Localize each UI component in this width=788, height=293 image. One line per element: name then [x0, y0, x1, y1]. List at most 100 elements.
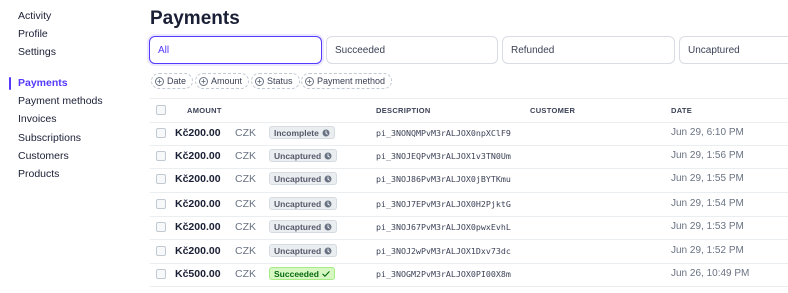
filter-label: Amount [211, 76, 243, 86]
sidebar-item-customers[interactable]: Customers [18, 150, 69, 162]
row-checkbox[interactable] [156, 128, 166, 138]
row-checkbox[interactable] [156, 222, 166, 232]
sidebar-item-payment-methods[interactable]: Payment methods [18, 95, 103, 107]
table-row[interactable]: Kč200.00 CZK Uncaptured pi_3NOJ67PvM3rAL… [150, 216, 788, 239]
amount-cell: Kč200.00 [175, 198, 221, 210]
currency-cell: CZK [235, 173, 256, 185]
date-cell: Jun 29, 1:52 PM [671, 245, 744, 256]
filter-label: Date [167, 76, 187, 86]
page-title: Payments [150, 8, 240, 29]
row-checkbox[interactable] [156, 246, 166, 256]
check-icon [322, 270, 330, 278]
tab-label: Uncaptured [688, 44, 740, 56]
filter-label: Status [267, 76, 293, 86]
currency-cell: CZK [235, 221, 256, 233]
clock-icon [324, 223, 332, 231]
date-cell: Jun 29, 1:54 PM [671, 198, 744, 209]
date-cell: Jun 29, 1:55 PM [671, 173, 744, 184]
sidebar-item-payments[interactable]: Payments [18, 77, 68, 89]
amount-cell: Kč500.00 [175, 268, 221, 280]
filter-payment-method-button[interactable]: + Payment method [301, 73, 393, 89]
description-cell: pi_3NOGM2PvM3rALJOX0PI00X8m [376, 269, 511, 279]
currency-cell: CZK [235, 268, 256, 280]
tab-refunded[interactable]: Refunded [502, 36, 675, 64]
sidebar: Activity Profile Settings Payments Payme… [0, 0, 140, 293]
status-badge: Uncaptured [269, 149, 338, 162]
date-cell: Jun 29, 1:53 PM [671, 221, 744, 232]
currency-cell: CZK [235, 150, 256, 162]
table-row[interactable]: Kč200.00 CZK Incomplete pi_3NONQMPvM3rAL… [150, 122, 788, 145]
status-label: Uncaptured [274, 245, 322, 256]
clock-icon [324, 247, 332, 255]
plus-circle-icon: + [155, 76, 164, 86]
filter-status-button[interactable]: + Status [251, 73, 300, 89]
column-header-description[interactable]: DESCRIPTION [376, 106, 431, 115]
amount-cell: Kč200.00 [175, 245, 221, 257]
amount-cell: Kč200.00 [175, 150, 221, 162]
status-badge: Uncaptured [269, 197, 338, 210]
status-badge: Incomplete [269, 126, 335, 139]
clock-icon [324, 175, 332, 183]
clock-icon [324, 152, 332, 160]
amount-cell: Kč200.00 [175, 173, 221, 185]
tab-label: All [158, 44, 170, 56]
sidebar-item-subscriptions[interactable]: Subscriptions [18, 132, 81, 144]
clock-icon [324, 200, 332, 208]
plus-circle-icon: + [199, 76, 208, 86]
table-row[interactable]: Kč500.00 CZK Succeeded pi_3NOGM2PvM3rALJ… [150, 263, 788, 286]
status-label: Incomplete [274, 127, 319, 138]
table-row[interactable]: Kč200.00 CZK Uncaptured pi_3NOJ7EPvM3rAL… [150, 193, 788, 216]
sidebar-item-invoices[interactable]: Invoices [18, 113, 57, 125]
filter-date-button[interactable]: + Date [151, 73, 194, 89]
table-divider [150, 98, 788, 99]
currency-cell: CZK [235, 127, 256, 139]
date-cell: Jun 26, 10:49 PM [671, 268, 750, 279]
filter-label: Payment method [317, 76, 386, 86]
status-badge: Uncaptured [269, 220, 338, 233]
clock-icon [322, 129, 330, 137]
table-divider [150, 286, 788, 287]
description-cell: pi_3NOJ86PvM3rALJOX0jBYTKmu [376, 174, 511, 184]
tab-succeeded[interactable]: Succeeded [326, 36, 498, 64]
column-header-amount[interactable]: AMOUNT [187, 106, 222, 115]
status-badge: Succeeded [269, 267, 335, 280]
currency-cell: CZK [235, 198, 256, 210]
tab-all[interactable]: All [149, 36, 322, 64]
description-cell: pi_3NOJ7EPvM3rALJOX0H2PjktG [376, 199, 511, 209]
plus-circle-icon: + [305, 76, 314, 86]
description-cell: pi_3NOJ67PvM3rALJOX0pwxEvhL [376, 222, 511, 232]
amount-cell: Kč200.00 [175, 221, 221, 233]
status-label: Uncaptured [274, 150, 322, 161]
status-label: Uncaptured [274, 198, 322, 209]
active-indicator [9, 77, 11, 90]
sidebar-item-profile[interactable]: Profile [18, 28, 48, 40]
column-header-customer[interactable]: CUSTOMER [530, 106, 575, 115]
status-label: Uncaptured [274, 173, 322, 184]
date-cell: Jun 29, 6:10 PM [671, 127, 744, 138]
row-checkbox[interactable] [156, 199, 166, 209]
date-cell: Jun 29, 1:56 PM [671, 150, 744, 161]
description-cell: pi_3NOJ2wPvM3rALJOX1Dxv73dc [376, 246, 511, 256]
row-checkbox[interactable] [156, 151, 166, 161]
description-cell: pi_3NOJEQPvM3rALJOX1v3TN0Um [376, 151, 511, 161]
row-checkbox[interactable] [156, 269, 166, 279]
tab-label: Succeeded [335, 44, 386, 56]
column-header-date[interactable]: DATE [671, 106, 692, 115]
status-label: Uncaptured [274, 221, 322, 232]
amount-cell: Kč200.00 [175, 127, 221, 139]
currency-cell: CZK [235, 245, 256, 257]
table-row[interactable]: Kč200.00 CZK Uncaptured pi_3NOJEQPvM3rAL… [150, 145, 788, 168]
description-cell: pi_3NONQMPvM3rALJOX0npXClF9 [376, 128, 511, 138]
status-badge: Uncaptured [269, 244, 338, 257]
sidebar-item-products[interactable]: Products [18, 168, 59, 180]
filter-amount-button[interactable]: + Amount [195, 73, 250, 89]
tab-label: Refunded [511, 44, 555, 56]
sidebar-item-settings[interactable]: Settings [18, 46, 56, 58]
table-row[interactable]: Kč200.00 CZK Uncaptured pi_3NOJ2wPvM3rAL… [150, 240, 788, 263]
row-checkbox[interactable] [156, 174, 166, 184]
sidebar-item-activity[interactable]: Activity [18, 10, 51, 22]
plus-circle-icon: + [255, 76, 264, 86]
tab-uncaptured[interactable]: Uncaptured [679, 36, 788, 64]
select-all-checkbox[interactable] [156, 105, 166, 115]
table-row[interactable]: Kč200.00 CZK Uncaptured pi_3NOJ86PvM3rAL… [150, 168, 788, 191]
